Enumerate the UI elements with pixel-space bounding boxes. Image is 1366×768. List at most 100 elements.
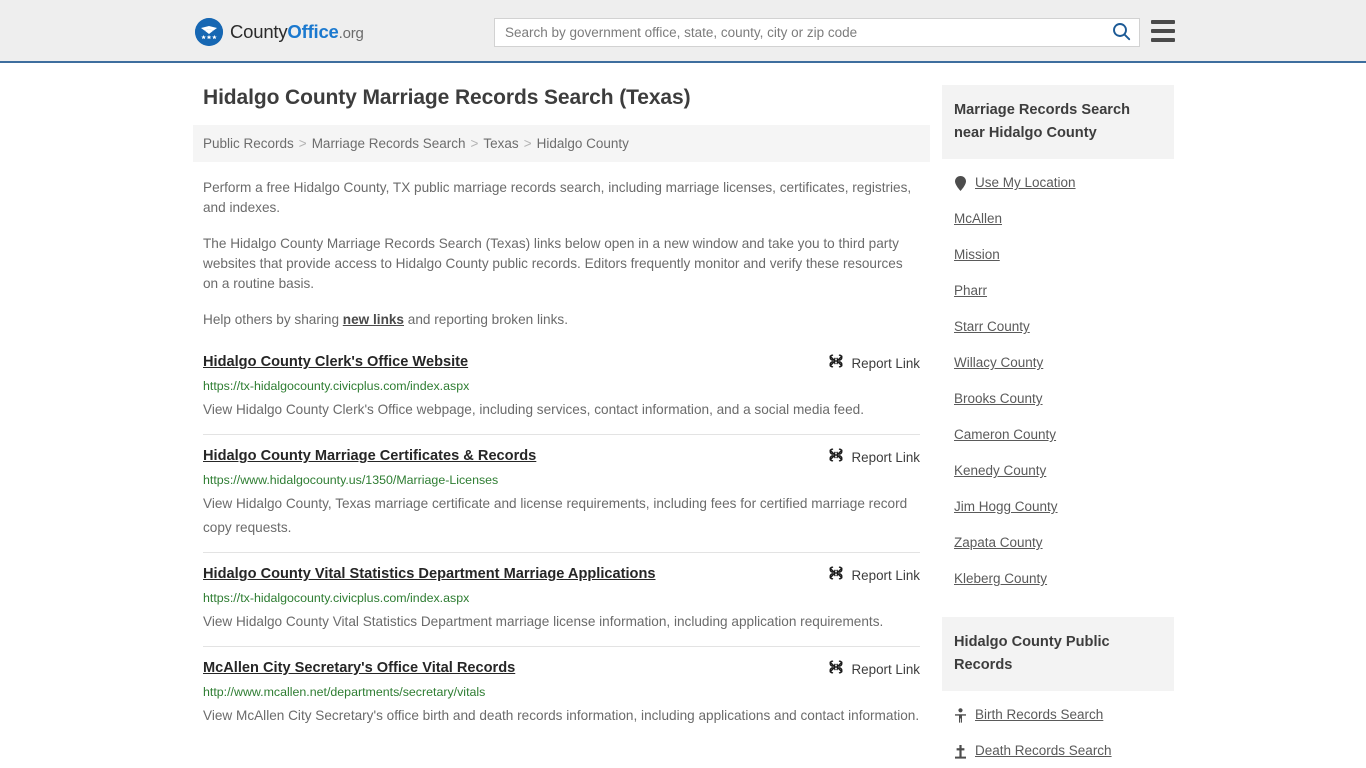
intro-paragraph-2: The Hidalgo County Marriage Records Sear… (203, 236, 903, 291)
broken-link-icon (828, 353, 844, 374)
report-link-button[interactable]: Report Link (828, 658, 920, 680)
sidebar-card-public-records: Hidalgo County Public Records Birth Reco… (942, 617, 1174, 768)
sidebar: Marriage Records Search near Hidalgo Cou… (942, 85, 1174, 768)
report-link-label: Report Link (851, 356, 920, 371)
breadcrumb-item-marriage-records-search[interactable]: Marriage Records Search (312, 136, 466, 151)
sidebar-item-label: Mission (954, 247, 1000, 262)
breadcrumb-separator: > (470, 136, 479, 151)
broken-link-icon (828, 565, 844, 586)
hamburger-bar-2 (1151, 29, 1175, 33)
result-description: View McAllen City Secretary's office bir… (203, 708, 920, 723)
sidebar-item-label: Birth Records Search (975, 707, 1104, 722)
help-line-before: Help others by sharing (203, 312, 343, 327)
search-input[interactable] (495, 19, 1103, 46)
sidebar-item-label: Brooks County (954, 391, 1043, 406)
logo-wordmark: CountyOffice.org (230, 21, 364, 43)
result-item: Hidalgo County Marriage Certificates & R… (203, 434, 920, 552)
new-links-link[interactable]: new links (343, 312, 404, 327)
eagle-shield-logo-icon (195, 18, 223, 46)
sidebar-item-label: Kenedy County (954, 463, 1047, 478)
intro-paragraph-1: Perform a free Hidalgo County, TX public… (203, 180, 912, 215)
site-logo[interactable]: CountyOffice.org (195, 18, 364, 46)
broken-link-icon (828, 447, 844, 468)
result-description: View Hidalgo County, Texas marriage cert… (203, 496, 908, 535)
logo-text-office: Office (287, 21, 339, 42)
help-line: Help others by sharing new links and rep… (203, 310, 920, 330)
sidebar-item-label: Zapata County (954, 535, 1043, 550)
sidebar-item-label: Jim Hogg County (954, 499, 1058, 514)
sidebar-item-label: Use My Location (975, 175, 1076, 190)
report-link-button[interactable]: Report Link (828, 446, 920, 468)
result-url[interactable]: https://tx-hidalgocounty.civicplus.com/i… (203, 590, 920, 607)
sidebar-item-zapata-county[interactable]: Zapata County (954, 525, 1162, 561)
sidebar-item-brooks-county[interactable]: Brooks County (954, 381, 1162, 417)
hamburger-menu-icon[interactable] (1151, 20, 1175, 42)
report-link-label: Report Link (851, 662, 920, 677)
result-item: Hidalgo County Clerk's Office Website Re… (203, 348, 920, 434)
site-header: CountyOffice.org (0, 0, 1366, 63)
result-item: Hidalgo County Vital Statistics Departme… (203, 552, 920, 646)
sidebar-item-label: Pharr (954, 283, 988, 298)
sidebar-item-jim-hogg-county[interactable]: Jim Hogg County (954, 489, 1162, 525)
result-title-link[interactable]: McAllen City Secretary's Office Vital Re… (203, 658, 515, 678)
report-link-label: Report Link (851, 450, 920, 465)
result-description: View Hidalgo County Vital Statistics Dep… (203, 614, 884, 629)
result-title-link[interactable]: Hidalgo County Marriage Certificates & R… (203, 446, 536, 466)
sidebar-item-willacy-county[interactable]: Willacy County (954, 345, 1162, 381)
sidebar-item-label: Death Records Search (975, 743, 1112, 758)
sidebar-heading-nearby: Marriage Records Search near Hidalgo Cou… (942, 85, 1174, 159)
report-link-button[interactable]: Report Link (828, 352, 920, 374)
sidebar-item-label: Starr County (954, 319, 1030, 334)
breadcrumb-item-texas[interactable]: Texas (483, 136, 518, 151)
help-line-after: and reporting broken links. (404, 312, 568, 327)
sidebar-item-cameron-county[interactable]: Cameron County (954, 417, 1162, 453)
sidebar-item-mcallen[interactable]: McAllen (954, 201, 1162, 237)
sidebar-nearby-list: Use My Location McAllen Mission Pharr St… (942, 159, 1174, 597)
intro-section: Perform a free Hidalgo County, TX public… (193, 178, 930, 330)
sidebar-item-label: Cameron County (954, 427, 1057, 442)
sidebar-item-label: Kleberg County (954, 571, 1048, 586)
search-submit-button[interactable] (1103, 19, 1139, 46)
report-link-label: Report Link (851, 568, 920, 583)
logo-text-county: County (230, 21, 288, 42)
broken-link-icon (828, 659, 844, 680)
sidebar-public-records-list: Birth Records Search Death Records Searc… (942, 691, 1174, 768)
search-icon (1112, 22, 1131, 44)
sidebar-item-mission[interactable]: Mission (954, 237, 1162, 273)
result-url[interactable]: http://www.mcallen.net/departments/secre… (203, 684, 920, 701)
sidebar-item-death-records-search[interactable]: Death Records Search (954, 733, 1162, 768)
result-url[interactable]: https://www.hidalgocounty.us/1350/Marria… (203, 472, 920, 489)
search-bar[interactable] (494, 18, 1140, 47)
report-link-button[interactable]: Report Link (828, 564, 920, 586)
sidebar-item-label: Willacy County (954, 355, 1044, 370)
baby-icon (954, 707, 967, 723)
breadcrumb-separator: > (523, 136, 532, 151)
hamburger-bar-1 (1151, 20, 1175, 24)
sidebar-divider-gap (942, 597, 1174, 617)
result-url[interactable]: https://tx-hidalgocounty.civicplus.com/i… (203, 378, 920, 395)
sidebar-card-nearby: Marriage Records Search near Hidalgo Cou… (942, 85, 1174, 597)
page-body: Hidalgo County Marriage Records Search (… (0, 63, 1366, 768)
breadcrumb-item-public-records[interactable]: Public Records (203, 136, 294, 151)
sidebar-item-use-my-location[interactable]: Use My Location (954, 165, 1162, 201)
result-title-link[interactable]: Hidalgo County Clerk's Office Website (203, 352, 468, 372)
sidebar-item-kenedy-county[interactable]: Kenedy County (954, 453, 1162, 489)
hamburger-bar-3 (1151, 38, 1175, 42)
breadcrumb: Public Records > Marriage Records Search > T… (193, 125, 930, 162)
results-list: Hidalgo County Clerk's Office Website Re… (193, 348, 930, 740)
sidebar-item-starr-county[interactable]: Starr County (954, 309, 1162, 345)
breadcrumb-item-hidalgo-county[interactable]: Hidalgo County (537, 136, 629, 151)
page-title: Hidalgo County Marriage Records Search (… (203, 86, 691, 109)
map-pin-icon (954, 175, 967, 191)
sidebar-item-pharr[interactable]: Pharr (954, 273, 1162, 309)
result-description: View Hidalgo County Clerk's Office webpa… (203, 402, 864, 417)
breadcrumb-separator: > (298, 136, 307, 151)
sidebar-heading-public-records: Hidalgo County Public Records (942, 617, 1174, 691)
main-column: Hidalgo County Marriage Records Search (… (193, 85, 930, 768)
logo-text-org: .org (338, 25, 364, 42)
sidebar-item-birth-records-search[interactable]: Birth Records Search (954, 697, 1162, 733)
sidebar-item-kleberg-county[interactable]: Kleberg County (954, 561, 1162, 597)
grave-cross-icon (954, 743, 967, 759)
result-title-link[interactable]: Hidalgo County Vital Statistics Departme… (203, 564, 656, 584)
sidebar-item-label: McAllen (954, 211, 1003, 226)
